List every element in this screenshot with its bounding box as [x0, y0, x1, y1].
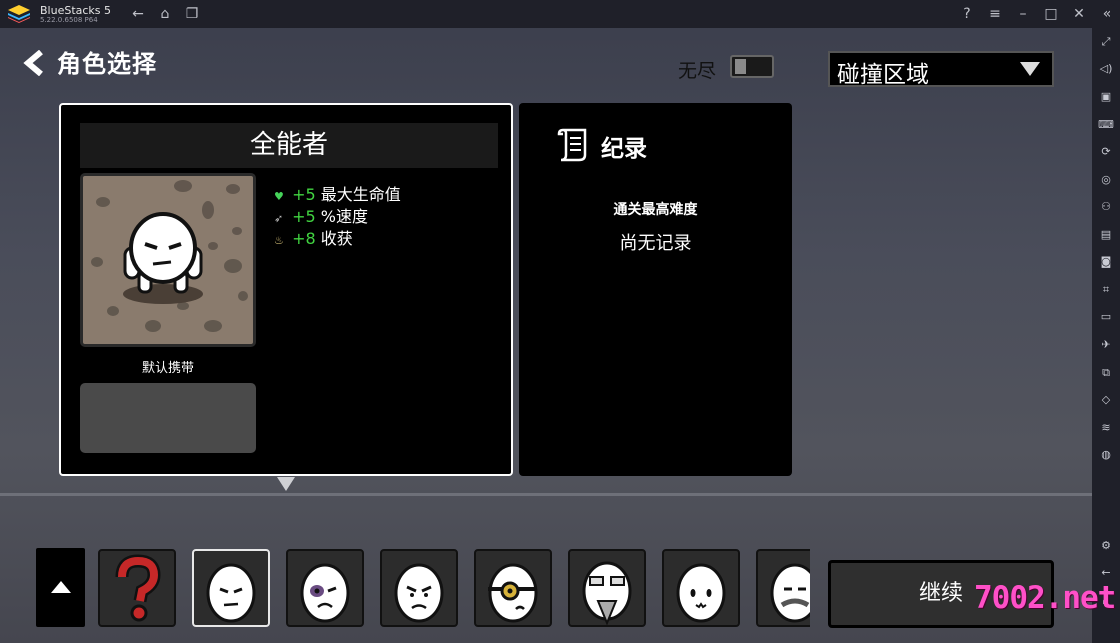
fullscreen-icon[interactable]: ⤢ [1098, 34, 1114, 50]
default-carry-label: 默认携带 [141, 361, 194, 376]
screenshot-icon[interactable]: ◙ [1098, 254, 1114, 270]
character-tile[interactable] [474, 549, 552, 627]
apk-icon[interactable]: ▤ [1098, 227, 1114, 243]
multi-instance-icon[interactable]: ⧉ [1098, 365, 1114, 381]
character-tile[interactable] [568, 549, 646, 627]
stat-label: 收获 [320, 229, 353, 248]
stat-row: ♥ +5 最大生命值 [274, 181, 401, 205]
character-name: 全能者 [80, 123, 498, 168]
heart-icon: ♥ [274, 190, 284, 203]
gamepad-icon[interactable]: ⚇ [1098, 199, 1114, 215]
allrounder-portrait-icon [91, 180, 248, 332]
airplane-icon[interactable]: ✈ [1098, 337, 1114, 353]
character-tile-selected[interactable] [192, 549, 270, 627]
character-tile[interactable] [662, 549, 740, 627]
selection-caret-icon [277, 477, 295, 491]
stat-row: ➶ +5 %速度 [274, 203, 368, 227]
speed-icon: ➶ [274, 212, 284, 225]
character-portrait [80, 173, 256, 347]
page-title: 角色选择 [57, 50, 157, 78]
minimize-icon[interactable]: – [1014, 5, 1032, 23]
stat-row: ♨ +8 收获 [274, 225, 353, 249]
endless-label: 无尽 [678, 60, 717, 82]
menu-icon[interactable]: ≡ [986, 5, 1004, 23]
chevron-up-icon [51, 581, 71, 593]
keyboard-icon[interactable]: ⌨ [1098, 117, 1114, 133]
eco-icon[interactable]: ◇ [1098, 392, 1114, 408]
default-item-slot[interactable] [80, 383, 256, 453]
chevron-down-icon [1020, 62, 1040, 76]
right-sidebar: ⤢ ◁) ▣ ⌨ ⟳ ◎ ⚇ ▤ ◙ ⌗ ▭ ✈ ⧉ ◇ ≋ ◍ ⚙ ← ⌂ [1092, 28, 1120, 643]
stat-value: +8 [292, 229, 316, 248]
bearded-face-icon [582, 561, 632, 626]
character-roster [98, 549, 810, 629]
volume-icon[interactable]: ◁) [1098, 61, 1114, 77]
cute-face-icon [676, 563, 726, 623]
stat-label: %速度 [320, 207, 368, 226]
back-arrow-icon[interactable]: ← [129, 5, 147, 23]
settings-icon[interactable]: ⚙ [1098, 538, 1114, 554]
collapse-icon[interactable]: « [1098, 5, 1116, 23]
bruised-face-icon [300, 563, 350, 623]
allrounder-face-icon [206, 563, 256, 623]
character-tile[interactable] [756, 549, 810, 627]
app-version: 5.22.0.6508 P64 [40, 16, 98, 24]
divider [0, 493, 1092, 496]
grumpy-face-icon [394, 563, 444, 623]
record-value: 尚无记录 [619, 233, 692, 254]
macro-icon[interactable]: ◎ [1098, 172, 1114, 188]
character-tile[interactable] [286, 549, 364, 627]
monocle-face-icon [488, 563, 538, 623]
back-icon[interactable]: ← [1098, 565, 1114, 581]
endless-toggle[interactable] [730, 55, 774, 78]
folder-icon[interactable]: ▭ [1098, 309, 1114, 325]
game-screen: 角色选择 无尽 碰撞区域 全能者 ♥ +5 最大生命值 ➶ +5 %速度 ♨ +… [0, 28, 1092, 643]
window-titlebar: BlueStacks 5 5.22.0.6508 P64 ← ⌂ ❐ ? ≡ –… [0, 0, 1120, 28]
stat-value: +5 [292, 207, 316, 226]
random-character-tile[interactable] [98, 549, 176, 627]
mustache-face-icon [770, 563, 810, 623]
scroll-up-button[interactable] [36, 548, 85, 627]
maximize-icon[interactable]: □ [1042, 5, 1060, 23]
site-watermark: 7002.net [974, 580, 1116, 616]
home-icon[interactable]: ⌂ [156, 5, 174, 23]
crop-icon[interactable]: ⌗ [1098, 282, 1114, 298]
multi-window-icon[interactable]: ❐ [183, 5, 201, 23]
help-icon[interactable]: ? [958, 5, 976, 23]
record-title: 纪录 [601, 136, 647, 162]
location-icon[interactable]: ◍ [1098, 447, 1114, 463]
character-tile[interactable] [380, 549, 458, 627]
chevron-left-icon [23, 50, 43, 76]
stat-value: +5 [292, 185, 316, 204]
bluestacks-logo [8, 5, 30, 23]
harvest-icon: ♨ [274, 234, 284, 247]
toggle-knob [735, 59, 746, 74]
scroll-icon [557, 128, 587, 162]
layers-icon[interactable]: ≋ [1098, 420, 1114, 436]
record-panel: 纪录 通关最高难度 尚无记录 [519, 103, 792, 476]
dropdown-value: 碰撞区域 [837, 62, 929, 88]
random-character-icon [115, 554, 161, 622]
stat-label: 最大生命值 [320, 185, 401, 204]
screen-record-icon[interactable]: ▣ [1098, 89, 1114, 105]
rotate-play-icon[interactable]: ⟳ [1098, 144, 1114, 160]
record-subtitle: 通关最高难度 [613, 202, 698, 218]
character-panel: 全能者 ♥ +5 最大生命值 ➶ +5 %速度 ♨ +8 收获 默认携带 [59, 103, 513, 476]
close-icon[interactable]: ✕ [1070, 5, 1088, 23]
hitbox-dropdown[interactable]: 碰撞区域 [828, 51, 1054, 88]
